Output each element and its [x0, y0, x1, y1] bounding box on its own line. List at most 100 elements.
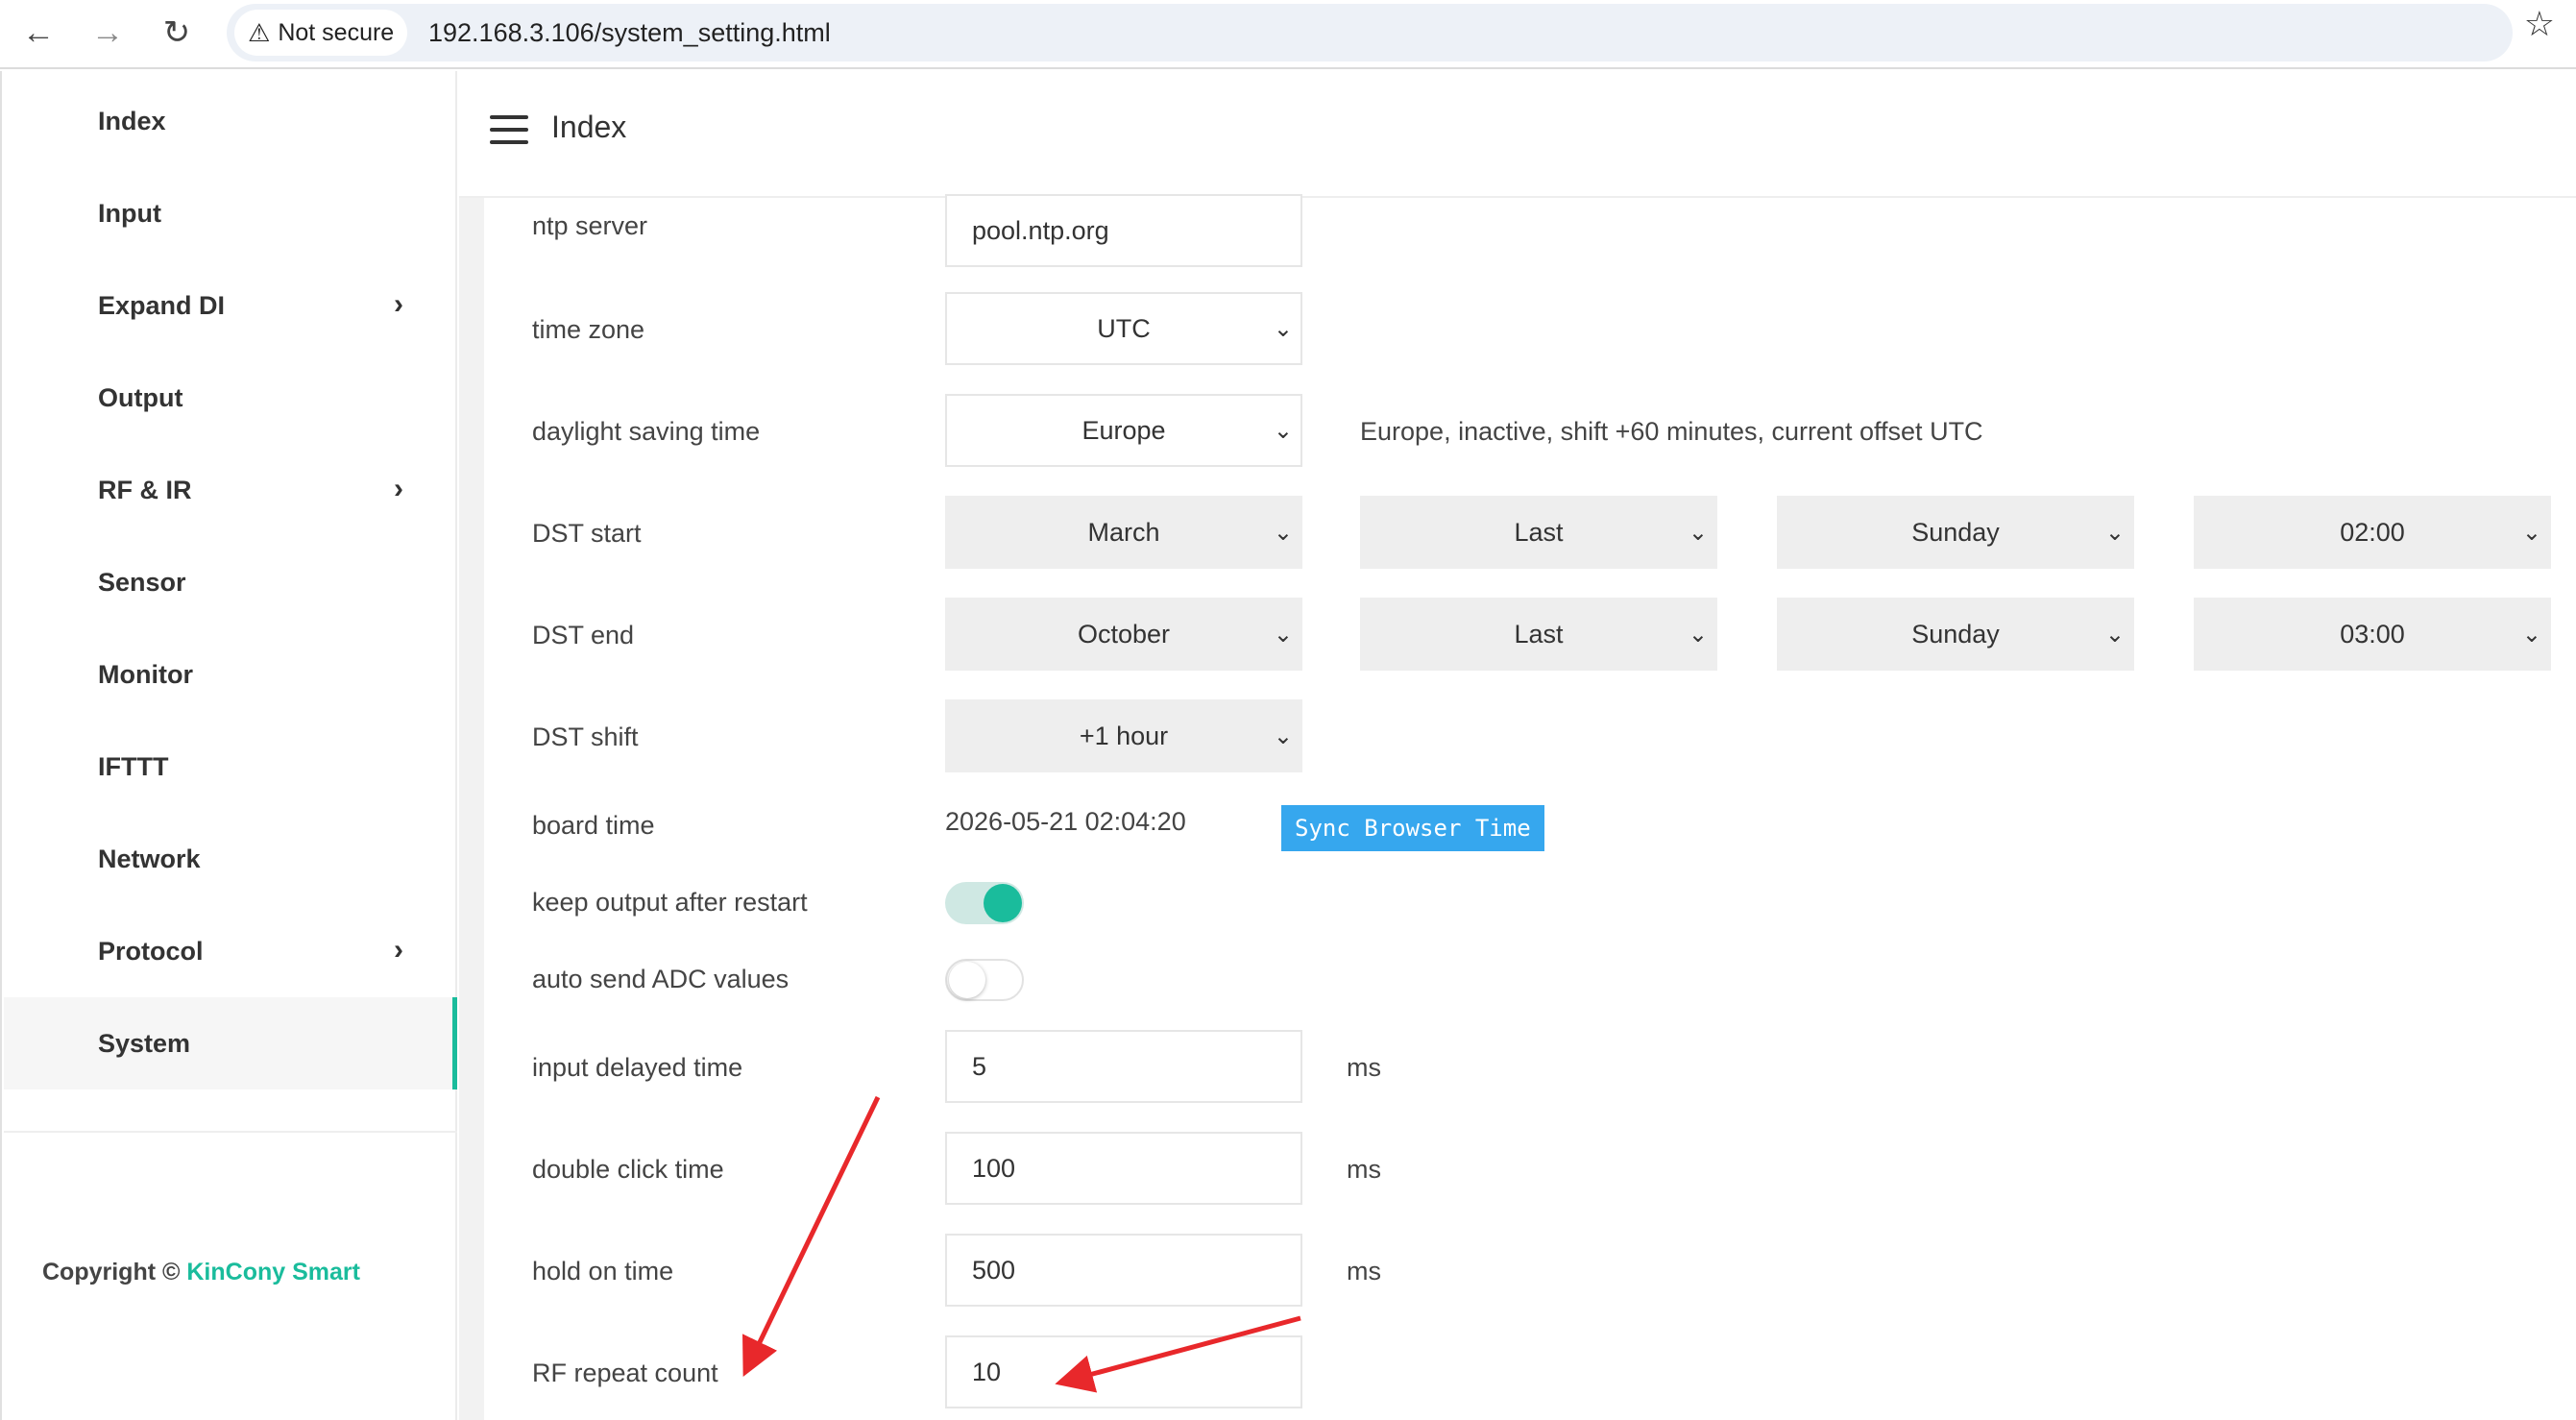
input-delayed-label: input delayed time — [532, 1053, 743, 1082]
rf-repeat-label: RF repeat count — [532, 1359, 718, 1387]
bookmark-star-icon[interactable]: ☆ — [2524, 4, 2555, 44]
toggle-knob — [984, 884, 1022, 922]
sidebar-item-label: Input — [98, 198, 161, 228]
chevron-down-icon: ⌄ — [2104, 622, 2125, 648]
sidebar-item-rf-ir[interactable]: RF & IR › — [4, 444, 457, 536]
hold-on-input[interactable]: 500 — [945, 1234, 1302, 1307]
sidebar-item-label: RF & IR — [98, 475, 192, 504]
dst-start-week-select[interactable]: Last ⌄ — [1360, 496, 1717, 569]
chevron-down-icon: ⌄ — [2521, 622, 2541, 648]
time-zone-select[interactable]: UTC ⌄ — [945, 292, 1302, 365]
chevron-down-icon: ⌄ — [1273, 520, 1293, 546]
copyright-prefix: Copyright © — [42, 1259, 181, 1285]
dst-shift-value: +1 hour — [1079, 721, 1169, 750]
chevron-down-icon: ⌄ — [1688, 520, 1708, 546]
security-indicator[interactable]: ⚠ Not secure — [234, 10, 408, 56]
hold-on-label: hold on time — [532, 1257, 674, 1285]
auto-send-adc-label: auto send ADC values — [532, 965, 790, 993]
dst-end-label: DST end — [532, 621, 635, 649]
address-bar[interactable]: ⚠ Not secure 192.168.3.106/system_settin… — [227, 4, 2513, 61]
chevron-down-icon: ⌄ — [1273, 622, 1293, 648]
dst-start-time-value: 02:00 — [2340, 517, 2405, 547]
sidebar-item-expand-di[interactable]: Expand DI › — [4, 259, 457, 352]
dst-end-time-value: 03:00 — [2340, 619, 2405, 649]
brand-link[interactable]: KinCony Smart — [186, 1259, 360, 1285]
forward-arrow-icon[interactable]: → — [81, 6, 134, 60]
time-zone-value: UTC — [1097, 313, 1151, 343]
hold-on-unit: ms — [1347, 1257, 1381, 1285]
sidebar-item-output[interactable]: Output — [4, 352, 457, 444]
auto-send-adc-toggle[interactable] — [945, 959, 1024, 1001]
sidebar-item-system[interactable]: System — [4, 997, 457, 1089]
sidebar-item-protocol[interactable]: Protocol › — [4, 905, 457, 997]
sidebar-item-label: Network — [98, 844, 201, 873]
sidebar-item-label: Index — [98, 106, 166, 135]
sidebar-item-network[interactable]: Network — [4, 813, 457, 905]
sidebar-item-label: Protocol — [98, 936, 204, 966]
main-content: ntp server pool.ntp.org time zone UTC ⌄ d… — [459, 194, 2576, 1420]
dst-end-day-select[interactable]: Sunday ⌄ — [1777, 598, 2134, 671]
url-text[interactable]: 192.168.3.106/system_setting.html — [428, 4, 831, 61]
dst-status-text: Europe, inactive, shift +60 minutes, cur… — [1360, 417, 1983, 446]
sync-browser-time-button[interactable]: Sync Browser Time — [1281, 805, 1544, 851]
sidebar-item-ifttt[interactable]: IFTTT — [4, 721, 457, 813]
sidebar-item-label: System — [98, 1028, 191, 1058]
dst-start-day-value: Sunday — [1911, 517, 2000, 547]
dst-end-day-value: Sunday — [1911, 619, 2000, 649]
sidebar-item-index[interactable]: Index — [4, 75, 457, 167]
dst-start-day-select[interactable]: Sunday ⌄ — [1777, 496, 2134, 569]
dst-region-select[interactable]: Europe ⌄ — [945, 394, 1302, 467]
sidebar-divider — [4, 1131, 457, 1133]
chevron-down-icon: ⌄ — [1273, 418, 1293, 444]
ntp-server-label: ntp server — [532, 211, 648, 240]
ntp-server-input[interactable]: pool.ntp.org — [945, 194, 1302, 267]
warning-icon: ⚠ — [248, 17, 271, 47]
sidebar-item-input[interactable]: Input — [4, 167, 457, 259]
dst-start-month-value: March — [1087, 517, 1160, 547]
sidebar-item-label: Sensor — [98, 567, 186, 597]
security-label: Not secure — [278, 18, 395, 46]
double-click-unit: ms — [1347, 1155, 1381, 1184]
keep-output-label: keep output after restart — [532, 888, 808, 917]
dst-start-week-value: Last — [1514, 517, 1564, 547]
keep-output-toggle[interactable] — [945, 882, 1024, 924]
page-header: Index — [459, 71, 2576, 198]
dst-shift-label: DST shift — [532, 722, 639, 751]
browser-toolbar: ← → ↻ ⚠ Not secure 192.168.3.106/system_… — [0, 0, 2576, 69]
chevron-down-icon: ⌄ — [2104, 520, 2125, 546]
chevron-right-icon: › — [394, 288, 403, 320]
reload-icon[interactable]: ↻ — [150, 6, 204, 60]
sidebar-item-sensor[interactable]: Sensor — [4, 536, 457, 628]
page-title: Index — [551, 110, 627, 144]
dst-region-value: Europe — [1081, 415, 1166, 445]
chevron-down-icon: ⌄ — [2521, 520, 2541, 546]
dst-end-month-select[interactable]: October ⌄ — [945, 598, 1302, 671]
sidebar-item-monitor[interactable]: Monitor — [4, 628, 457, 721]
board-time-value: 2026-05-21 02:04:20 — [945, 807, 1186, 836]
settings-panel: ntp server pool.ntp.org time zone UTC ⌄ d… — [484, 194, 2576, 1420]
sidebar-item-label: Monitor — [98, 659, 193, 689]
board-time-label: board time — [532, 811, 655, 840]
input-delayed-unit: ms — [1347, 1053, 1381, 1082]
menu-toggle-icon[interactable] — [490, 115, 528, 146]
back-arrow-icon[interactable]: ← — [12, 6, 65, 60]
chevron-down-icon: ⌄ — [1273, 723, 1293, 749]
dst-shift-select[interactable]: +1 hour ⌄ — [945, 699, 1302, 772]
dst-label: daylight saving time — [532, 417, 761, 446]
toggle-knob — [949, 962, 985, 998]
double-click-label: double click time — [532, 1155, 724, 1184]
sidebar: Index Input Expand DI › Output RF & IR › S… — [0, 71, 457, 1420]
dst-start-label: DST start — [532, 519, 642, 548]
double-click-input[interactable]: 100 — [945, 1132, 1302, 1205]
dst-end-week-select[interactable]: Last ⌄ — [1360, 598, 1717, 671]
time-zone-label: time zone — [532, 315, 645, 344]
dst-end-week-value: Last — [1514, 619, 1564, 649]
copyright: Copyright © KinCony Smart — [42, 1259, 360, 1286]
dst-end-month-value: October — [1077, 619, 1171, 649]
dst-start-time-select[interactable]: 02:00 ⌄ — [2194, 496, 2551, 569]
input-delayed-input[interactable]: 5 — [945, 1030, 1302, 1103]
rf-repeat-input[interactable]: 10 — [945, 1335, 1302, 1408]
chevron-right-icon: › — [394, 473, 403, 504]
dst-start-month-select[interactable]: March ⌄ — [945, 496, 1302, 569]
dst-end-time-select[interactable]: 03:00 ⌄ — [2194, 598, 2551, 671]
